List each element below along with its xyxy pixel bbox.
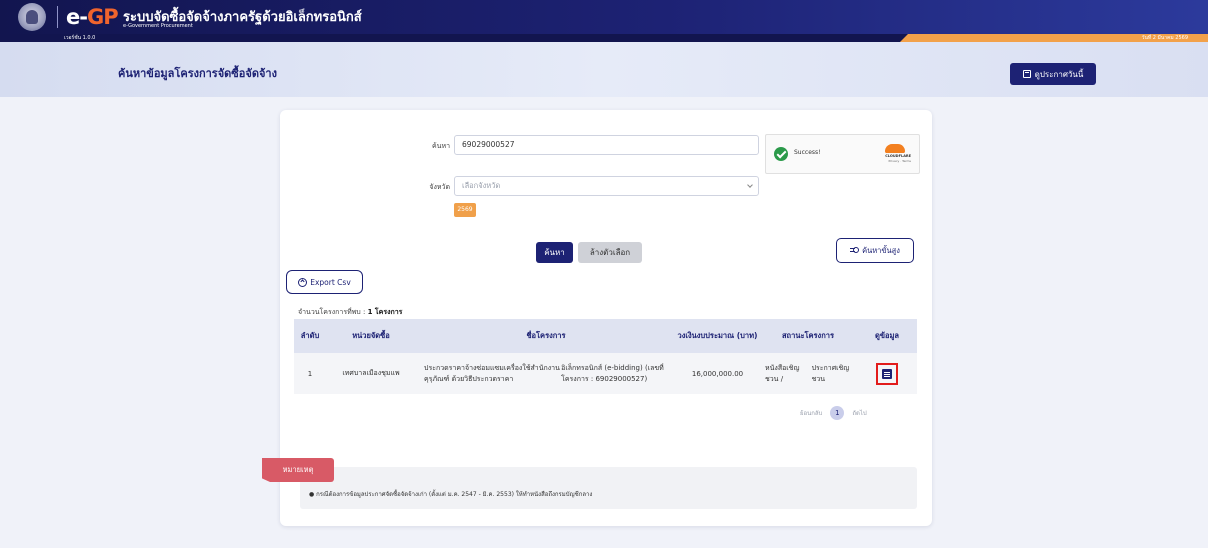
date-text: วันที่ 2 มีนาคม 2569 (1141, 35, 1188, 41)
cloudflare-logo: CLOUDFLARE Privacy · Terms (879, 144, 911, 164)
results-table: ลำดับ หน่วยจัดซื้อ ชื่อโครงการ วงเงินงบป… (294, 319, 917, 394)
col-header-agency: หน่วยจัดซื้อ (352, 331, 390, 340)
egp-logo[interactable]: e- GP (66, 2, 119, 32)
result-count-label: จำนวนโครงการที่พบ : (298, 308, 368, 316)
captcha-status: Success! (794, 149, 821, 156)
upload-icon (298, 277, 308, 287)
result-count: จำนวนโครงการที่พบ : 1 โครงการ (298, 307, 402, 318)
cell-status: หนังสือเชิญชวน / ประกาศเชิญชวน (759, 353, 857, 394)
col-header-project: ชื่อโครงการ (526, 331, 566, 340)
table-header: ลำดับ หน่วยจัดซื้อ ชื่อโครงการ วงเงินงบป… (294, 319, 917, 353)
cell-project: ประกวดราคาจ้างซ่อมแซมเครื่องใช้สำนักงานค… (416, 353, 676, 394)
date-tab: วันที่ 2 มีนาคม 2569 (900, 34, 1208, 42)
cloudflare-brand: CLOUDFLARE (885, 154, 911, 158)
result-count-value: 1 โครงการ (367, 308, 403, 316)
note-text: ● กรณีต้องการข้อมูลประกาศจัดซื้อจัดจ้างเ… (309, 491, 593, 498)
clear-button[interactable]: ล้างตัวเลือก (578, 242, 642, 263)
table-row: 1 เทศบาลเมืองชุมแพ ประกวดราคาจ้างซ่อมแซม… (294, 353, 917, 394)
col-header-view: ดูข้อมูล (874, 331, 900, 340)
success-check-icon (774, 147, 788, 161)
advanced-search-button[interactable]: ค้นหาขั้นสูง (836, 238, 914, 263)
header-divider (57, 6, 58, 28)
province-select[interactable]: เลือกจังหวัด (454, 176, 759, 196)
view-details-button[interactable] (876, 362, 898, 385)
pagination: ย้อนกลับ 1 ถัดไป (800, 406, 867, 420)
today-announcements-button[interactable]: ดูประกาศวันนี้ (1010, 63, 1096, 85)
advanced-search-label: ค้นหาขั้นสูง (862, 245, 900, 255)
site-subtitle: e-Government Procurement (123, 23, 193, 29)
project-line-2: อิเล็กทรอนิกส์ (e-bidding) (เลขที่โครงกา… (561, 363, 664, 383)
pagination-prev[interactable]: ย้อนกลับ (800, 408, 822, 418)
col-header-status: สถานะโครงการ (781, 331, 834, 340)
title-strip: ค้นหาข้อมูลโครงการจัดซื้อจัดจ้าง ดูประกา… (0, 42, 1208, 97)
province-placeholder: เลือกจังหวัด (462, 181, 501, 190)
search-input[interactable]: 69029000527 (454, 135, 759, 155)
version-bar: เวอร์ชั่น 1.0.0 วันที่ 2 มีนาคม 2569 (0, 34, 1208, 42)
page-title: ค้นหาข้อมูลโครงการจัดซื้อจัดจ้าง (118, 67, 277, 80)
version-text: เวอร์ชั่น 1.0.0 (64, 35, 96, 41)
logo-gp-text: GP (86, 5, 119, 29)
col-header-no: ลำดับ (300, 331, 320, 340)
pagination-page-1[interactable]: 1 (830, 406, 845, 420)
cloudflare-cloud-icon (885, 144, 905, 153)
top-header: e- GP ระบบจัดซื้อจัดจ้างภาครัฐด้วยอิเล็ก… (0, 0, 1208, 34)
export-csv-label: Export Csv (310, 277, 351, 287)
status-line-2: ประกาศเชิญชวน (811, 363, 850, 383)
filter-search-icon (850, 247, 860, 254)
note-tag: หมายเหตุ (262, 458, 334, 482)
export-csv-button[interactable]: Export Csv (286, 270, 363, 294)
province-label: จังหวัด (429, 183, 450, 191)
today-button-label: ดูประกาศวันนี้ (1034, 69, 1084, 79)
government-seal-logo (18, 3, 46, 31)
cell-budget: 16,000,000.00 (691, 369, 744, 378)
cell-agency: เทศบาลเมืองชุมแพ (342, 369, 400, 377)
search-button[interactable]: ค้นหา (536, 242, 573, 263)
note-box: ● กรณีต้องการข้อมูลประกาศจัดซื้อจัดจ้างเ… (300, 467, 917, 509)
project-line-1: ประกวดราคาจ้างซ่อมแซมเครื่องใช้สำนักงานค… (424, 363, 560, 383)
pagination-next[interactable]: ถัดไป (852, 408, 866, 418)
cloudflare-links[interactable]: Privacy · Terms (888, 159, 911, 163)
calendar-icon (1022, 70, 1031, 78)
search-card: ค้นหา 69029000527 Success! CLOUDFLARE Pr… (280, 110, 932, 526)
col-header-budget: วงเงินงบประมาณ (บาท) (677, 331, 758, 340)
document-icon (882, 368, 892, 379)
status-line-1: หนังสือเชิญชวน / (765, 363, 800, 383)
chevron-down-icon (747, 182, 753, 188)
search-label: ค้นหา (431, 142, 450, 150)
cell-view (857, 353, 917, 394)
logo-e-text: e- (66, 5, 88, 29)
cloudflare-captcha[interactable]: Success! CLOUDFLARE Privacy · Terms (765, 134, 920, 174)
year-badge[interactable]: 2569 (454, 203, 476, 217)
cell-no: 1 (307, 369, 313, 378)
